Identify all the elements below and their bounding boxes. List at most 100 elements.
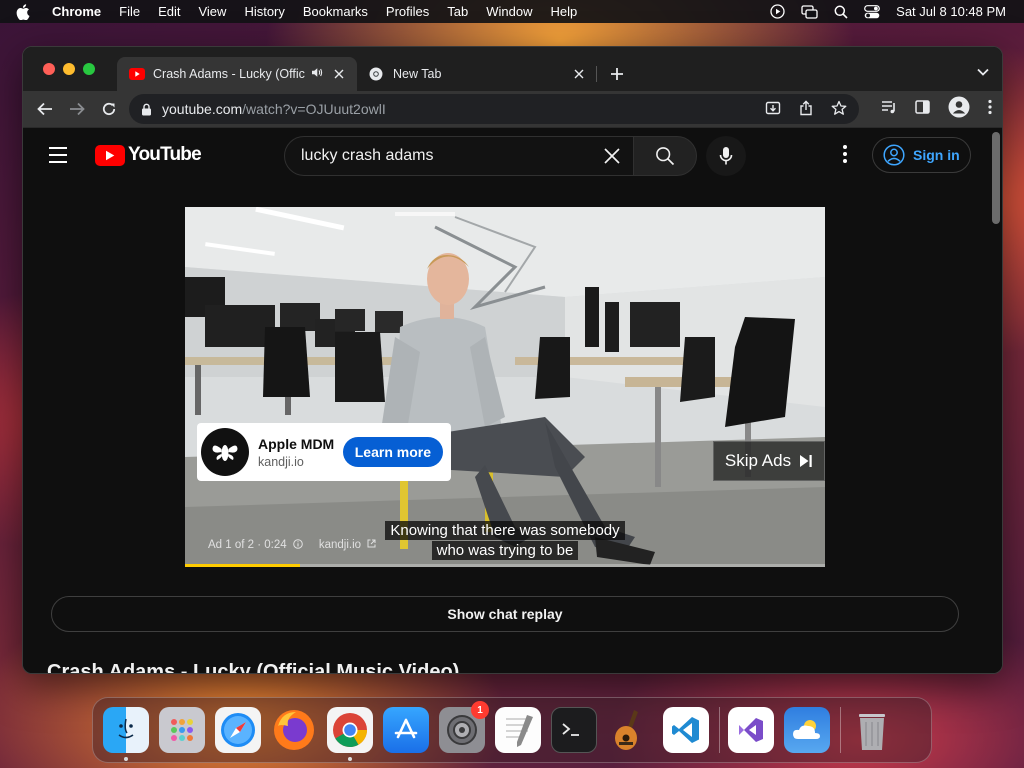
menu-bar: Chrome File Edit View History Bookmarks …	[0, 0, 1024, 23]
tab-youtube[interactable]: Crash Adams - Lucky (Offic	[117, 57, 357, 91]
back-button[interactable]	[29, 94, 61, 124]
info-icon[interactable]	[293, 539, 303, 549]
account-circle-icon	[883, 144, 905, 166]
dock: 1	[92, 697, 932, 763]
vscode-icon[interactable]	[663, 707, 709, 753]
sign-in-label: Sign in	[913, 147, 960, 163]
learn-more-button[interactable]: Learn more	[342, 437, 443, 467]
tab-strip: Crash Adams - Lucky (Offic New Tab	[23, 47, 1002, 91]
menu-app-name[interactable]: Chrome	[52, 4, 101, 19]
youtube-page: YouTube lucky crash adams Sign in Apple …	[23, 128, 1002, 673]
menu-tab[interactable]: Tab	[447, 4, 468, 19]
ad-overlay-card[interactable]: Apple MDM kandji.io Learn more	[197, 423, 451, 481]
search-icon	[656, 147, 675, 166]
tab-new-tab[interactable]: New Tab	[357, 57, 597, 91]
youtube-play-icon	[95, 144, 125, 166]
reload-button[interactable]	[93, 94, 125, 124]
ad-progress-fill	[185, 564, 301, 567]
youtube-icon	[129, 66, 145, 82]
ad-link-group[interactable]: kandji.io	[319, 539, 376, 551]
settings-more-icon[interactable]	[835, 145, 855, 163]
bookmark-star-icon[interactable]	[831, 100, 847, 119]
control-center-icon[interactable]	[864, 4, 881, 19]
launchpad-icon[interactable]	[159, 707, 205, 753]
skip-ads-label: Skip Ads	[724, 451, 792, 470]
menu-bookmarks[interactable]: Bookmarks	[303, 4, 368, 19]
forward-button[interactable]	[61, 94, 93, 124]
ad-progress-bar[interactable]	[185, 564, 825, 567]
screen-mirroring-icon[interactable]	[801, 4, 818, 19]
youtube-logo[interactable]: YouTube	[95, 144, 202, 166]
tab-title: Crash Adams - Lucky (Offic	[153, 67, 305, 81]
zoom-window-button[interactable]	[83, 63, 95, 75]
tab-search-chevron-icon[interactable]	[976, 64, 990, 82]
app-store-icon[interactable]	[383, 707, 429, 753]
menu-profiles[interactable]: Profiles	[386, 4, 429, 19]
search-button[interactable]	[633, 136, 697, 176]
weather-icon[interactable]	[784, 707, 830, 753]
share-icon[interactable]	[799, 99, 813, 119]
ad-position-text: Ad 1 of 2 · 0:24	[208, 539, 287, 551]
ad-info-domain: kandji.io	[318, 539, 362, 551]
video-player[interactable]: Apple MDM kandji.io Learn more Skip Ads …	[185, 207, 825, 567]
menu-help[interactable]: Help	[551, 4, 578, 19]
menu-window[interactable]: Window	[486, 4, 532, 19]
ad-info-group: Ad 1 of 2 · 0:24	[208, 539, 303, 551]
ad-info: Ad 1 of 2 · 0:24 kandji.io	[208, 539, 376, 551]
chrome-dock-icon[interactable]	[327, 707, 373, 761]
show-chat-replay-button[interactable]: Show chat replay	[51, 596, 959, 632]
spotlight-search-icon[interactable]	[834, 5, 848, 19]
dock-separator	[719, 707, 720, 753]
search-input[interactable]: lucky crash adams	[284, 136, 634, 176]
visual-studio-icon[interactable]	[728, 707, 774, 753]
caption-line: Knowing that there was somebody	[385, 521, 625, 540]
finder-icon[interactable]	[103, 707, 149, 761]
apple-menu-icon[interactable]	[16, 3, 38, 20]
system-settings-icon[interactable]: 1	[439, 701, 489, 753]
chrome-menu-icon[interactable]	[988, 99, 992, 120]
menubar-clock[interactable]: Sat Jul 8 10:48 PM	[896, 4, 1006, 19]
firefox-icon[interactable]	[271, 707, 317, 753]
menu-edit[interactable]: Edit	[158, 4, 180, 19]
menu-view[interactable]: View	[198, 4, 226, 19]
install-app-icon[interactable]	[765, 100, 781, 119]
garageband-icon[interactable]	[607, 707, 653, 753]
close-window-button[interactable]	[43, 63, 55, 75]
trash-icon[interactable]	[849, 707, 895, 753]
media-controls-icon[interactable]	[881, 100, 897, 119]
menu-hamburger-icon[interactable]	[49, 147, 67, 168]
now-playing-icon[interactable]	[770, 4, 785, 19]
bee-logo-icon	[201, 428, 249, 476]
tab-audio-icon[interactable]	[311, 67, 323, 81]
search-query-text: lucky crash adams	[301, 147, 434, 164]
minimize-window-button[interactable]	[63, 63, 75, 75]
safari-icon[interactable]	[215, 707, 261, 753]
close-tab-icon[interactable]	[331, 69, 347, 79]
chrome-window: Crash Adams - Lucky (Offic New Tab youtu…	[22, 46, 1003, 674]
voice-search-button[interactable]	[706, 136, 746, 176]
url-host: youtube.com	[162, 101, 243, 117]
tab-separator	[596, 66, 597, 82]
terminal-icon[interactable]	[551, 707, 597, 753]
clear-search-icon[interactable]	[603, 147, 621, 165]
ad-domain: kandji.io	[258, 454, 304, 469]
microphone-icon	[719, 147, 733, 165]
running-indicator	[124, 757, 128, 761]
sign-in-button[interactable]: Sign in	[872, 137, 971, 173]
browser-toolbar: youtube.com/watch?v=OJUuut2owlI	[23, 91, 1002, 128]
tab-title: New Tab	[393, 67, 442, 81]
menu-file[interactable]: File	[119, 4, 140, 19]
youtube-wordmark: YouTube	[128, 144, 202, 165]
address-bar[interactable]: youtube.com/watch?v=OJUuut2owlI	[129, 94, 859, 124]
notification-badge: 1	[471, 701, 489, 719]
external-link-icon	[367, 539, 376, 548]
profile-avatar-icon[interactable]	[948, 96, 970, 123]
side-panel-icon[interactable]	[915, 100, 930, 119]
skip-ads-button[interactable]: Skip Ads	[713, 441, 825, 481]
chrome-icon	[369, 66, 385, 82]
new-tab-button[interactable]	[607, 64, 627, 84]
close-tab-icon[interactable]	[571, 69, 587, 79]
textedit-icon[interactable]	[495, 707, 541, 753]
menu-history[interactable]: History	[244, 4, 284, 19]
site-info-icon[interactable]	[141, 103, 152, 116]
